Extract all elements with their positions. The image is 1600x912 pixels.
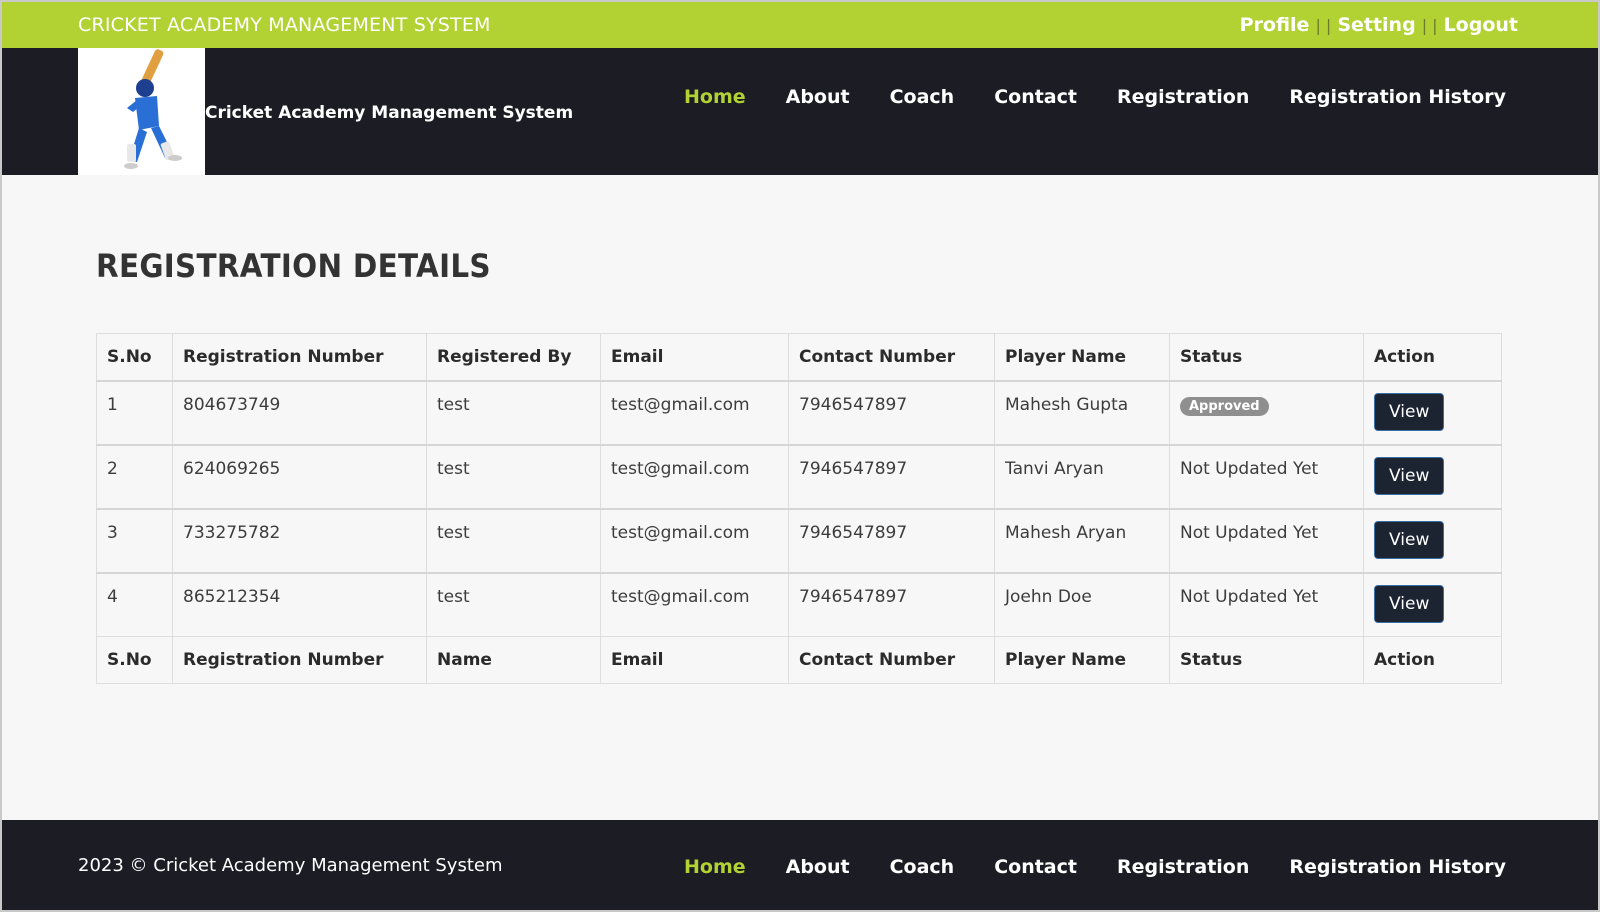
column-header-player-name: Player Name <box>994 333 1170 382</box>
table-row: 2 624069265 test test@gmail.com 79465478… <box>96 443 1502 509</box>
view-button[interactable]: View <box>1374 392 1445 431</box>
site-brand[interactable]: Cricket Academy Management System <box>205 103 573 123</box>
view-button[interactable]: View <box>1374 456 1445 495</box>
nav-home[interactable]: Home <box>684 86 746 108</box>
column-footer-registration-number: Registration Number <box>172 636 427 684</box>
cell-contact-number: 7946547897 <box>788 443 995 509</box>
footer-nav-about[interactable]: About <box>786 856 850 878</box>
top-bar: CRICKET ACADEMY MANAGEMENT SYSTEM Profil… <box>2 2 1598 48</box>
account-links: Profile | | Setting | | Logout <box>1240 14 1518 36</box>
view-button[interactable]: View <box>1374 584 1445 623</box>
page-title: REGISTRATION DETAILS <box>96 247 491 285</box>
footer-nav-registration-history[interactable]: Registration History <box>1289 856 1506 878</box>
cell-action: View <box>1363 443 1502 509</box>
cell-registered-by: test <box>426 380 601 445</box>
cell-registration-number: 733275782 <box>172 507 427 573</box>
nav-registration-history[interactable]: Registration History <box>1289 86 1506 108</box>
main-content: REGISTRATION DETAILS S.No Registration N… <box>2 175 1598 684</box>
cell-registration-number: 804673749 <box>172 380 427 445</box>
cell-status: Not Updated Yet <box>1169 571 1364 637</box>
link-separator: | | <box>1315 15 1332 35</box>
column-footer-name: Name <box>426 636 601 684</box>
status-badge: Approved <box>1180 396 1269 416</box>
column-header-registration-number: Registration Number <box>172 333 427 382</box>
cell-registered-by: test <box>426 571 601 637</box>
footer-nav-contact[interactable]: Contact <box>994 856 1077 878</box>
cell-player-name: Tanvi Aryan <box>994 443 1170 509</box>
nav-registration[interactable]: Registration <box>1117 86 1249 108</box>
column-header-status: Status <box>1169 333 1364 382</box>
cell-contact-number: 7946547897 <box>788 380 995 445</box>
nav-coach[interactable]: Coach <box>890 86 955 108</box>
cell-player-name: Joehn Doe <box>994 571 1170 637</box>
column-footer-status: Status <box>1169 636 1364 684</box>
cell-status: Approved <box>1169 380 1364 445</box>
cell-registered-by: test <box>426 443 601 509</box>
site-header: Cricket Academy Management System Home A… <box>2 48 1598 175</box>
cell-email: test@gmail.com <box>600 507 789 573</box>
cell-registration-number: 624069265 <box>172 443 427 509</box>
cell-email: test@gmail.com <box>600 443 789 509</box>
table-row: 3 733275782 test test@gmail.com 79465478… <box>96 507 1502 573</box>
column-header-email: Email <box>600 333 789 382</box>
column-header-contact-number: Contact Number <box>788 333 995 382</box>
cell-sno: 1 <box>96 380 173 445</box>
cell-sno: 3 <box>96 507 173 573</box>
cricket-batsman-logo-icon[interactable] <box>78 48 205 175</box>
column-footer-email: Email <box>600 636 789 684</box>
view-button[interactable]: View <box>1374 520 1445 559</box>
logout-link[interactable]: Logout <box>1444 14 1518 36</box>
footer-nav-coach[interactable]: Coach <box>890 856 955 878</box>
top-bar-title: CRICKET ACADEMY MANAGEMENT SYSTEM <box>78 14 491 36</box>
cell-player-name: Mahesh Aryan <box>994 507 1170 573</box>
cell-contact-number: 7946547897 <box>788 571 995 637</box>
column-header-registered-by: Registered By <box>426 333 601 382</box>
cell-status: Not Updated Yet <box>1169 443 1364 509</box>
cell-registration-number: 865212354 <box>172 571 427 637</box>
cell-contact-number: 7946547897 <box>788 507 995 573</box>
column-footer-sno: S.No <box>96 636 173 684</box>
cell-sno: 2 <box>96 443 173 509</box>
column-header-sno: S.No <box>96 333 173 382</box>
column-footer-action: Action <box>1363 636 1502 684</box>
main-nav: Home About Coach Contact Registration Re… <box>644 86 1506 108</box>
footer-nav-registration[interactable]: Registration <box>1117 856 1249 878</box>
table-row: 1 804673749 test test@gmail.com 79465478… <box>96 380 1502 445</box>
column-footer-player-name: Player Name <box>994 636 1170 684</box>
footer-nav: Home About Coach Contact Registration Re… <box>644 856 1506 878</box>
cell-email: test@gmail.com <box>600 571 789 637</box>
profile-link[interactable]: Profile <box>1240 14 1310 36</box>
cell-email: test@gmail.com <box>600 380 789 445</box>
table-row: 4 865212354 test test@gmail.com 79465478… <box>96 571 1502 637</box>
column-header-action: Action <box>1363 333 1502 382</box>
cell-action: View <box>1363 507 1502 573</box>
cell-player-name: Mahesh Gupta <box>994 380 1170 445</box>
cell-sno: 4 <box>96 571 173 637</box>
table-footer-row: S.No Registration Number Name Email Cont… <box>96 636 1502 684</box>
table-header-row: S.No Registration Number Registered By E… <box>96 333 1502 382</box>
cell-status: Not Updated Yet <box>1169 507 1364 573</box>
site-footer: 2023 © Cricket Academy Management System… <box>2 820 1598 910</box>
footer-nav-home[interactable]: Home <box>684 856 746 878</box>
registration-table: S.No Registration Number Registered By E… <box>96 333 1502 684</box>
cell-registered-by: test <box>426 507 601 573</box>
cell-action: View <box>1363 571 1502 637</box>
copyright-text: 2023 © Cricket Academy Management System <box>78 854 503 876</box>
cell-action: View <box>1363 380 1502 445</box>
nav-contact[interactable]: Contact <box>994 86 1077 108</box>
nav-about[interactable]: About <box>786 86 850 108</box>
link-separator: | | <box>1421 15 1438 35</box>
column-footer-contact-number: Contact Number <box>788 636 995 684</box>
setting-link[interactable]: Setting <box>1337 14 1415 36</box>
